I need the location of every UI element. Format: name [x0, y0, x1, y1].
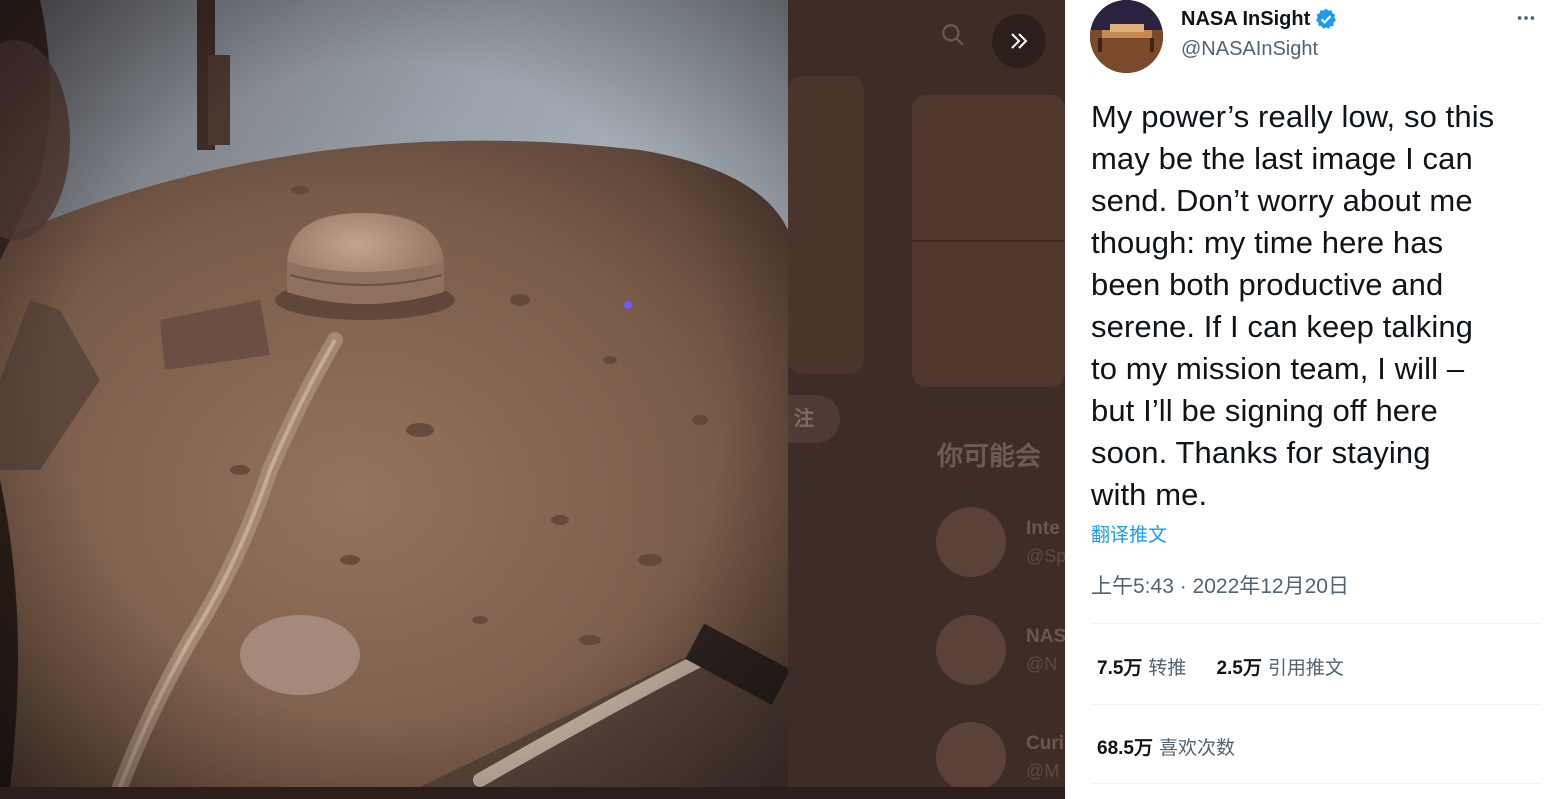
dimmed-suggestion-name: Curi [1026, 733, 1064, 754]
divider [1091, 704, 1541, 705]
dimmed-suggestion-handle: @N [1026, 654, 1058, 674]
tweet-text: My power’s really low, so this may be th… [1091, 99, 1495, 512]
tweet-photo[interactable] [0, 0, 788, 787]
quotes-count: 2.5万 [1216, 658, 1262, 679]
dimmed-suggestion-handle: @M [1026, 761, 1060, 781]
more-options-button[interactable] [1514, 6, 1538, 30]
media-viewer-overlay: 注 你可能会 Inte @Sp NAS @N Curi @M [0, 0, 1065, 799]
retweets-stat[interactable]: 7.5万 转推 [1097, 653, 1186, 680]
translate-tweet-link[interactable]: 翻译推文 [1091, 520, 1167, 547]
divider [1091, 623, 1541, 624]
retweet-quote-stats: 7.5万 转推 2.5万 引用推文 [1097, 653, 1344, 680]
dimmed-suggestion-avatar [936, 507, 1006, 577]
author-handle[interactable]: @NASAInSight [1181, 38, 1318, 61]
retweets-label: 转推 [1148, 658, 1187, 679]
likes-count: 68.5万 [1097, 738, 1153, 759]
dimmed-trend-card [788, 76, 864, 374]
search-icon [940, 22, 966, 55]
dimmed-suggestion-avatar [936, 722, 1006, 792]
author-name-text: NASA InSight [1181, 7, 1311, 30]
dimmed-suggestion-avatar [936, 615, 1006, 685]
author-avatar[interactable] [1090, 0, 1163, 73]
dimmed-media-card [912, 95, 1065, 387]
divider [1091, 783, 1541, 784]
quotes-stat[interactable]: 2.5万 引用推文 [1216, 653, 1343, 680]
collapse-panel-button[interactable] [992, 14, 1046, 68]
likes-stats: 68.5万 喜欢次数 [1097, 733, 1235, 760]
dimmed-who-to-follow-heading: 你可能会 [937, 441, 1042, 471]
tweet-detail-panel: NASA InSight @NASAInSight My power’s rea… [1065, 0, 1559, 799]
dimmed-suggestion-name: Inte [1026, 518, 1060, 539]
more-horizontal-icon [1517, 16, 1535, 20]
likes-label: 喜欢次数 [1158, 738, 1235, 759]
quotes-label: 引用推文 [1267, 658, 1344, 679]
dimmed-suggestion-handle: @Sp [1026, 546, 1065, 566]
double-chevron-right-icon [1011, 33, 1028, 49]
verified-badge-icon [1316, 8, 1337, 29]
retweets-count: 7.5万 [1097, 658, 1143, 679]
likes-stat[interactable]: 68.5万 喜欢次数 [1097, 733, 1235, 760]
dimmed-suggestion-name: NAS [1026, 626, 1065, 647]
tweet-timestamp[interactable]: 上午5:43 · 2022年12月20日 [1091, 570, 1349, 600]
dimmed-caption-strip [0, 787, 1065, 799]
author-display-name[interactable]: NASA InSight [1181, 7, 1338, 31]
